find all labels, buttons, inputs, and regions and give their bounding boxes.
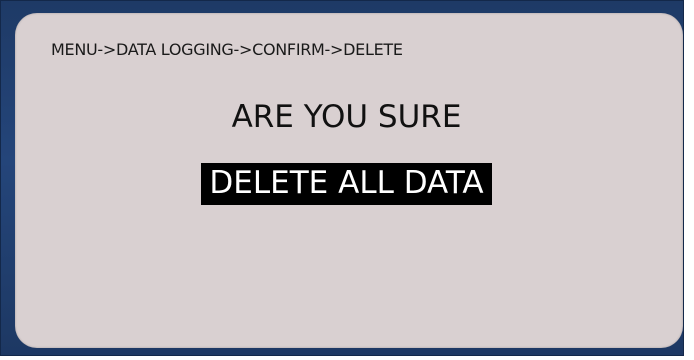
confirm-prompt: ARE YOU SURE <box>231 99 462 135</box>
display-screen: MENU->DATA LOGGING->CONFIRM->DELETE ARE … <box>15 13 683 348</box>
breadcrumb: MENU->DATA LOGGING->CONFIRM->DELETE <box>51 40 403 59</box>
delete-all-data-option[interactable]: DELETE ALL DATA <box>201 163 492 205</box>
action-row: DELETE ALL DATA <box>15 163 678 205</box>
device-bezel: MENU->DATA LOGGING->CONFIRM->DELETE ARE … <box>0 0 684 356</box>
